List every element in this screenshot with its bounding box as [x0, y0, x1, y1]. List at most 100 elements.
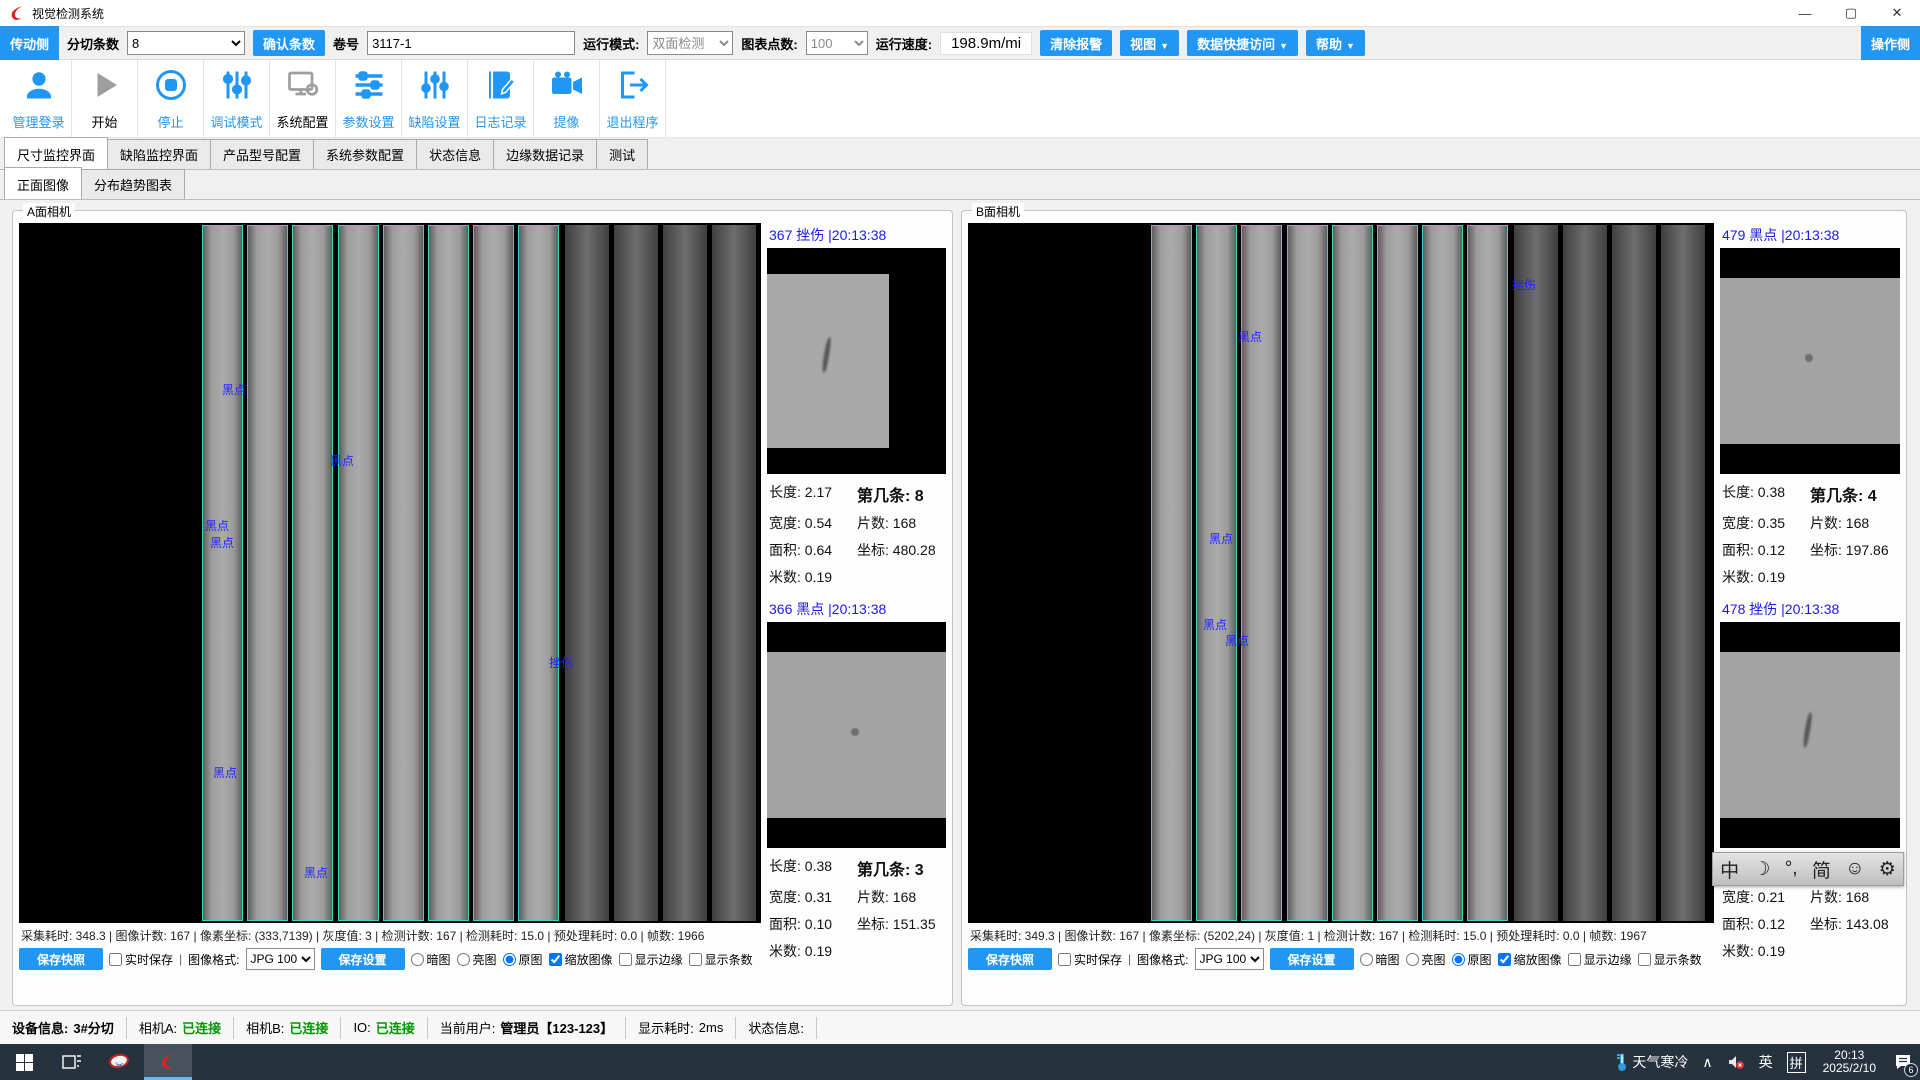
tab-main-1[interactable]: 缺陷监控界面: [107, 139, 211, 169]
ribbon-system-config-button[interactable]: 系统配置: [270, 60, 336, 137]
task-view-icon[interactable]: [48, 1044, 96, 1080]
radio-input[interactable]: [1360, 953, 1373, 966]
defect-card-header[interactable]: 367 挫伤 |20:13:38: [767, 223, 946, 248]
tab-main-5[interactable]: 边缘数据记录: [493, 139, 597, 169]
checkbox-input[interactable]: [1498, 953, 1511, 966]
ribbon-exit-button[interactable]: 退出程序: [600, 60, 666, 137]
tab-main-2[interactable]: 产品型号配置: [210, 139, 314, 169]
drive-side-button[interactable]: 传动侧: [0, 26, 59, 60]
clear-alarm-button[interactable]: 清除报警: [1040, 30, 1112, 56]
tray-expand-chevron[interactable]: ∧: [1695, 1044, 1719, 1080]
checkbox-input[interactable]: [619, 953, 632, 966]
save-settings-button[interactable]: 保存设置: [1270, 948, 1354, 970]
operator-side-button[interactable]: 操作侧: [1861, 26, 1920, 60]
radio-input[interactable]: [411, 953, 424, 966]
option-checkbox-check_edge[interactable]: 显示边缘: [1568, 951, 1632, 968]
checkbox-input[interactable]: [1638, 953, 1651, 966]
image-mode-radio-radio_original[interactable]: 原图: [503, 951, 543, 968]
ribbon-item-label: 参数设置: [342, 112, 394, 131]
checkbox-input[interactable]: [689, 953, 702, 966]
ime-chinese-mode[interactable]: 中: [1720, 856, 1739, 883]
split-count-select[interactable]: 8: [127, 31, 245, 55]
maximize-button[interactable]: ▢: [1828, 0, 1874, 26]
defect-card-header[interactable]: 366 黑点 |20:13:38: [767, 597, 946, 622]
help-menu-button[interactable]: 帮助▼: [1306, 30, 1365, 56]
checkbox-label: 显示边缘: [1584, 951, 1632, 968]
run-mode-select[interactable]: 双面检测: [647, 31, 733, 55]
tab-main-4[interactable]: 状态信息: [416, 139, 494, 169]
realtime-save-checkbox[interactable]: 实时保存: [1058, 951, 1122, 968]
defect-card[interactable]: 478 挫伤 |20:13:38长度: 0.57第几条: 3宽度: 0.21片数…: [1720, 597, 1900, 961]
option-checkbox-check_zoom[interactable]: 缩放图像: [549, 951, 613, 968]
checkbox-label: 缩放图像: [1514, 951, 1562, 968]
checkbox-input[interactable]: [1568, 953, 1581, 966]
tab-main-3[interactable]: 系统参数配置: [313, 139, 417, 169]
ime-pinyin-indicator[interactable]: 拼: [1780, 1044, 1813, 1080]
clock-tray-item[interactable]: 20:13 2025/2/10: [1813, 1044, 1886, 1080]
defect-id: 479: [1722, 227, 1749, 243]
ime-emoji-icon[interactable]: ☺: [1845, 858, 1864, 880]
defect-card-header[interactable]: 479 黑点 |20:13:38: [1720, 223, 1900, 248]
defect-type: 挫伤: [1749, 601, 1781, 617]
minimize-button[interactable]: —: [1782, 0, 1828, 26]
ribbon-log-button[interactable]: 日志记录: [468, 60, 534, 137]
option-checkbox-check_edge[interactable]: 显示边缘: [619, 951, 683, 968]
ribbon-camera-button[interactable]: 提像: [534, 60, 600, 137]
tab-sub-0[interactable]: 正面图像: [4, 167, 82, 199]
realtime-save-checkbox[interactable]: 实时保存: [109, 951, 173, 968]
weather-tray-item[interactable]: 天气寒冷: [1609, 1044, 1695, 1080]
realtime-save-checkbox-input[interactable]: [1058, 953, 1071, 966]
save-snapshot-button[interactable]: 保存快照: [19, 948, 103, 970]
defect-card[interactable]: 366 黑点 |20:13:38长度: 0.38第几条: 3宽度: 0.31片数…: [767, 597, 946, 961]
data-quick-access-button[interactable]: 数据快捷访问▼: [1187, 30, 1298, 56]
close-button[interactable]: ✕: [1874, 0, 1920, 26]
confirm-count-button[interactable]: 确认条数: [253, 30, 325, 56]
save-snapshot-button[interactable]: 保存快照: [968, 948, 1052, 970]
ime-moon-icon[interactable]: ☽: [1753, 858, 1770, 881]
ime-settings-icon[interactable]: ⚙: [1879, 858, 1896, 881]
roll-number-input[interactable]: [367, 31, 575, 55]
defect-card-header[interactable]: 478 挫伤 |20:13:38: [1720, 597, 1900, 622]
ribbon-stop-button[interactable]: 停止: [138, 60, 204, 137]
image-mode-radio-radio_bright[interactable]: 亮图: [457, 951, 497, 968]
option-checkbox-check_zoom[interactable]: 缩放图像: [1498, 951, 1562, 968]
tab-main-6[interactable]: 测试: [596, 139, 648, 169]
defect-card[interactable]: 367 挫伤 |20:13:38长度: 2.17第几条: 8宽度: 0.54片数…: [767, 223, 946, 587]
image-mode-radio-radio_bright[interactable]: 亮图: [1406, 951, 1446, 968]
ime-simplified-mode[interactable]: 简: [1812, 856, 1831, 883]
checkbox-input[interactable]: [549, 953, 562, 966]
defect-card[interactable]: 479 黑点 |20:13:38长度: 0.38第几条: 4宽度: 0.35片数…: [1720, 223, 1900, 587]
notification-center-icon[interactable]: 6: [1886, 1044, 1920, 1080]
realtime-save-checkbox-input[interactable]: [109, 953, 122, 966]
ribbon-play-button[interactable]: 开始: [72, 60, 138, 137]
radio-input[interactable]: [1406, 953, 1419, 966]
ime-language-indicator[interactable]: 英: [1752, 1044, 1780, 1080]
image-mode-radio-radio_original[interactable]: 原图: [1452, 951, 1492, 968]
ime-punctuation-mode[interactable]: °,: [1785, 858, 1798, 880]
ribbon-debug-sliders-button[interactable]: 调试模式: [204, 60, 270, 137]
save-settings-button[interactable]: 保存设置: [321, 948, 405, 970]
film-strip: [202, 225, 243, 921]
image-mode-radio-radio_dark[interactable]: 暗图: [411, 951, 451, 968]
windows-start-button[interactable]: [0, 1044, 48, 1080]
radio-input[interactable]: [1452, 953, 1465, 966]
option-checkbox-check_count[interactable]: 显示条数: [689, 951, 753, 968]
defect-stat: 宽度: 0.54: [769, 513, 857, 533]
tab-main-0[interactable]: 尺寸监控界面: [4, 137, 108, 169]
chart-points-select[interactable]: 100: [806, 31, 868, 55]
image-format-select[interactable]: JPG 100: [246, 948, 315, 970]
ribbon-defect-sliders-button[interactable]: 缺陷设置: [402, 60, 468, 137]
inspection-app-taskbar-icon[interactable]: [144, 1044, 192, 1080]
volume-muted-icon[interactable]: [1720, 1044, 1752, 1080]
ribbon-user-button[interactable]: 管理登录: [6, 60, 72, 137]
image-format-select[interactable]: JPG 100: [1195, 948, 1264, 970]
option-checkbox-check_count[interactable]: 显示条数: [1638, 951, 1702, 968]
radio-input[interactable]: [457, 953, 470, 966]
ribbon-param-sliders-button[interactable]: 参数设置: [336, 60, 402, 137]
tab-sub-1[interactable]: 分布趋势图表: [81, 169, 185, 199]
radio-input[interactable]: [503, 953, 516, 966]
defect-thumbnail-region: [1720, 278, 1900, 444]
snipping-tool-icon[interactable]: ✂: [96, 1044, 144, 1080]
image-mode-radio-radio_dark[interactable]: 暗图: [1360, 951, 1400, 968]
view-menu-button[interactable]: 视图▼: [1120, 30, 1179, 56]
